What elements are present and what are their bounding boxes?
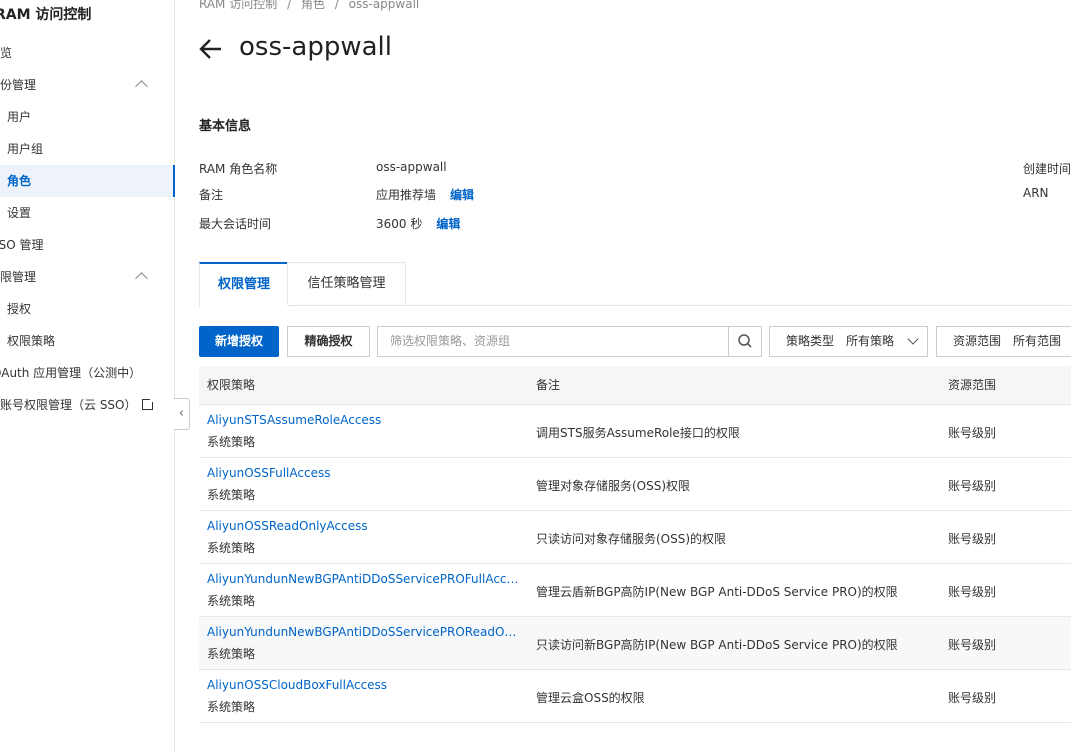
policy-scope: 账号级别	[948, 691, 997, 705]
role-name-value: oss-appwall	[376, 160, 447, 174]
chevron-down-icon	[907, 333, 919, 345]
policy-type-label: 策略类型	[786, 334, 835, 348]
sidebar-item-permissions[interactable]: 权限管理	[0, 261, 174, 293]
table-row: AliyunYundunNewBGPAntiDDoSServicePRORead…	[199, 617, 1071, 670]
table-row: AliyunYundunNewBGPAntiDDoSServicePROFull…	[199, 564, 1071, 617]
policy-type: 系统策略	[207, 435, 256, 449]
table-header: 权限策略 备注 资源范围	[199, 366, 1071, 405]
search-icon	[738, 334, 752, 348]
chevron-up-icon	[135, 272, 148, 285]
policy-name-link[interactable]: AliyunOSSFullAccess	[207, 466, 330, 480]
tab-permissions[interactable]: 权限管理	[199, 262, 289, 307]
sidebar-title: RAM 访问控制	[0, 7, 92, 23]
search-placeholder: 筛选权限策略、资源组	[390, 334, 511, 348]
policy-type: 系统策略	[207, 541, 256, 555]
tab-bar: 权限管理 信任策略管理	[199, 262, 1071, 307]
sidebar-item-users[interactable]: 用户	[0, 101, 174, 133]
search-button[interactable]	[728, 327, 761, 356]
sidebar-item-sso[interactable]: SSO 管理	[0, 229, 174, 261]
policy-note: 管理云盒OSS的权限	[536, 691, 645, 705]
breadcrumb-ram[interactable]: RAM 访问控制	[199, 0, 277, 11]
external-link-icon	[141, 397, 155, 410]
back-arrow-icon[interactable]	[199, 37, 223, 61]
policy-name-link[interactable]: AliyunYundunNewBGPAntiDDoSServicePROFull…	[207, 572, 519, 586]
header-scope: 资源范围	[948, 378, 997, 392]
table-row: AliyunOSSFullAccess 系统策略 管理对象存储服务(OSS)权限…	[199, 458, 1071, 511]
scope-select[interactable]: 资源范围 所有范围	[936, 326, 1071, 357]
policy-type: 系统策略	[207, 700, 256, 714]
policy-search-input[interactable]: 筛选权限策略、资源组	[377, 326, 762, 357]
precise-permission-button[interactable]: 精确授权	[287, 326, 370, 357]
sidebar-item-roles[interactable]: 角色	[0, 165, 175, 197]
policy-note: 调用STS服务AssumeRole接口的权限	[536, 426, 740, 440]
created-label: 创建时间	[1023, 162, 1071, 176]
page-title: oss-appwall	[239, 32, 392, 62]
sidebar: RAM 访问控制 概览 身份管理 用户 用户组 角色 设置 SSO 管理 权限管…	[0, 0, 175, 752]
sidebar-item-cloud-sso[interactable]: 多账号权限管理（云 SSO）	[0, 389, 174, 421]
role-name-label: RAM 角色名称	[199, 162, 278, 176]
policy-scope: 账号级别	[948, 532, 997, 546]
table-row: AliyunOSSCloudBoxFullAccess 系统策略 管理云盒OSS…	[199, 670, 1071, 723]
policy-type-select[interactable]: 策略类型 所有策略	[769, 326, 928, 357]
policy-note: 管理云盾新BGP高防IP(New BGP Anti-DDoS Service P…	[536, 585, 898, 599]
sidebar-item-grants[interactable]: 授权	[0, 293, 174, 325]
policy-scope: 账号级别	[948, 638, 997, 652]
edit-note-link[interactable]: 编辑	[450, 188, 474, 202]
policy-type: 系统策略	[207, 594, 256, 608]
note-field: 应用推荐墙 编辑	[376, 186, 474, 203]
basic-info-heading: 基本信息	[199, 119, 252, 134]
note-label: 备注	[199, 188, 224, 202]
policy-type: 系统策略	[207, 647, 256, 661]
add-permission-button[interactable]: 新增授权	[199, 326, 279, 357]
scope-value: 所有范围	[1013, 334, 1062, 348]
sidebar-item-settings[interactable]: 设置	[0, 197, 174, 229]
sidebar-item-oauth[interactable]: OAuth 应用管理（公测中）	[0, 357, 174, 389]
max-session-field: 3600 秒编辑	[376, 215, 460, 232]
policy-note: 管理对象存储服务(OSS)权限	[536, 479, 691, 493]
policy-scope: 账号级别	[948, 585, 997, 599]
policy-type: 系统策略	[207, 488, 256, 502]
collapse-icon[interactable]: ‹	[174, 398, 190, 430]
sidebar-item-identity[interactable]: 身份管理	[0, 69, 174, 101]
header-policy: 权限策略	[207, 378, 256, 392]
chevron-up-icon	[135, 80, 148, 93]
edit-session-link[interactable]: 编辑	[436, 217, 460, 231]
breadcrumb: RAM 访问控制 / 角色 / oss-appwall	[199, 0, 425, 12]
policy-type-value: 所有策略	[846, 334, 895, 348]
breadcrumb-current: oss-appwall	[348, 0, 420, 11]
policy-name-link[interactable]: AliyunOSSCloudBoxFullAccess	[207, 678, 387, 692]
scope-label: 资源范围	[953, 334, 1002, 348]
policy-note: 只读访问新BGP高防IP(New BGP Anti-DDoS Service P…	[536, 638, 898, 652]
policy-name-link[interactable]: AliyunOSSReadOnlyAccess	[207, 519, 368, 533]
note-value: 应用推荐墙	[376, 188, 437, 202]
table-row: AliyunSTSAssumeRoleAccess 系统策略 调用STS服务As…	[199, 405, 1071, 458]
policy-note: 只读访问对象存储服务(OSS)的权限	[536, 532, 727, 546]
max-session-label: 最大会话时间	[199, 217, 272, 231]
breadcrumb-roles[interactable]: 角色	[301, 0, 325, 11]
table-row: AliyunOSSReadOnlyAccess 系统策略 只读访问对象存储服务(…	[199, 511, 1071, 564]
max-session-value: 3600 秒	[376, 217, 423, 231]
policy-name-link[interactable]: AliyunYundunNewBGPAntiDDoSServicePRORead…	[207, 625, 519, 639]
sidebar-item-overview[interactable]: 概览	[0, 37, 174, 69]
policy-scope: 账号级别	[948, 479, 997, 493]
tab-trust-policy[interactable]: 信任策略管理	[287, 262, 406, 305]
sidebar-item-policies[interactable]: 权限策略	[0, 325, 174, 357]
arn-label: ARN	[1023, 186, 1049, 200]
header-note: 备注	[536, 378, 561, 392]
sidebar-item-groups[interactable]: 用户组	[0, 133, 174, 165]
policy-scope: 账号级别	[948, 426, 997, 440]
policy-name-link[interactable]: AliyunSTSAssumeRoleAccess	[207, 413, 381, 427]
